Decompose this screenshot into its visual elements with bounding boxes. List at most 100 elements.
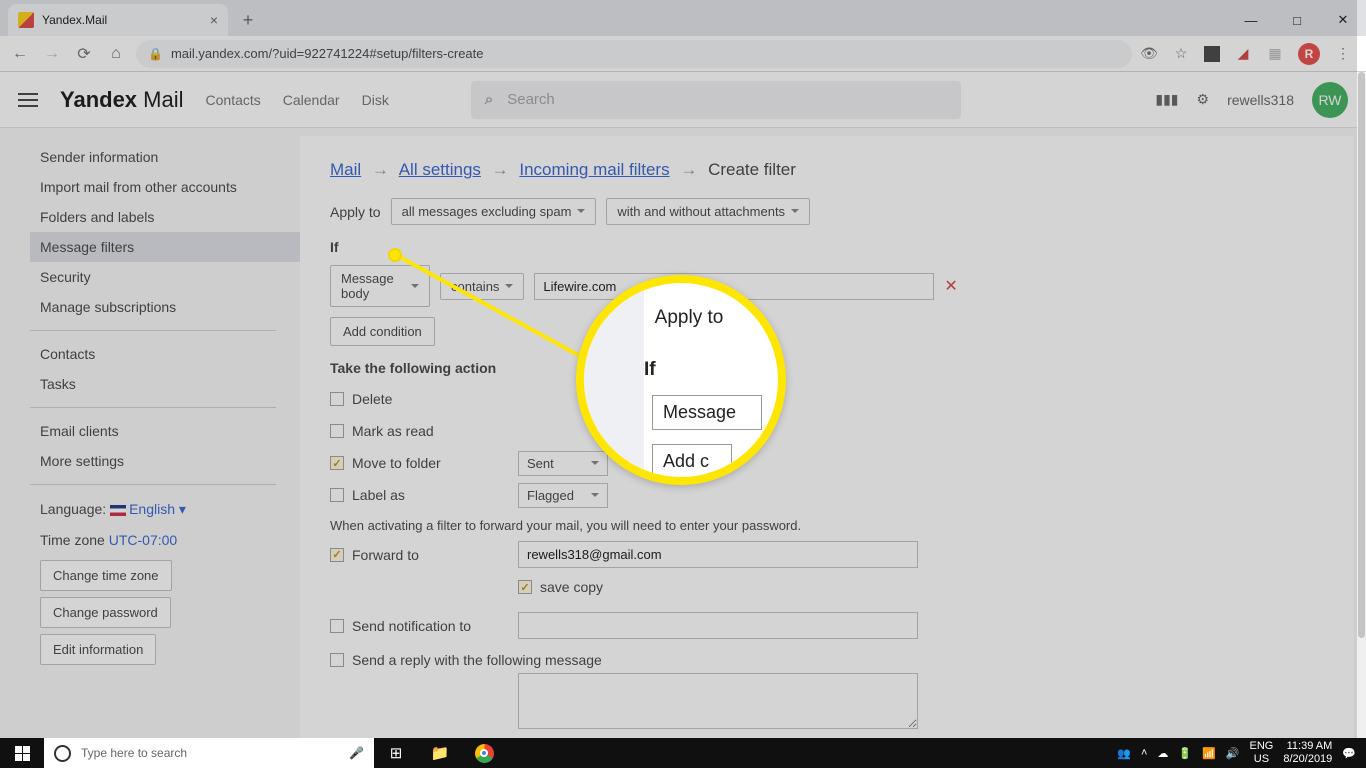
themes-icon[interactable]: ▮▮▮ <box>1155 91 1178 108</box>
reload-button[interactable]: ⟳ <box>72 42 96 66</box>
username[interactable]: rewells318 <box>1227 92 1294 108</box>
sidebar-item-import-mail[interactable]: Import mail from other accounts <box>30 172 300 202</box>
sidebar-item-security[interactable]: Security <box>30 262 300 292</box>
windows-taskbar: Type here to search 🎤 ⊞ 📁 👥 ˄ ☁ 🔋 📶 🔊 EN… <box>0 738 1366 768</box>
reply-textarea[interactable] <box>518 673 918 729</box>
system-tray: 👥 ˄ ☁ 🔋 📶 🔊 ENGUS 11:39 AM8/20/2019 💬 <box>1117 740 1366 765</box>
browser-tab[interactable]: Yandex.Mail × <box>8 4 228 36</box>
timezone-row: Time zone UTC-07:00 <box>30 526 300 554</box>
onedrive-icon[interactable]: ☁ <box>1157 747 1168 760</box>
scrollbar-thumb[interactable] <box>1358 72 1365 638</box>
wifi-icon[interactable]: 📶 <box>1202 747 1216 760</box>
timezone-link[interactable]: UTC-07:00 <box>109 532 177 548</box>
close-window-button[interactable]: ✕ <box>1320 4 1366 36</box>
action-delete[interactable]: Delete <box>330 386 518 412</box>
action-move-folder[interactable]: Move to folder <box>330 450 518 476</box>
extension-icon-1[interactable] <box>1204 46 1220 62</box>
nav-disk[interactable]: Disk <box>362 92 389 108</box>
save-copy-checkbox[interactable]: save copy <box>518 574 1324 600</box>
condition-operator-dropdown[interactable]: contains <box>440 273 524 300</box>
action-label-as[interactable]: Label as <box>330 482 518 508</box>
menu-icon[interactable] <box>18 93 38 107</box>
nav-calendar[interactable]: Calendar <box>283 92 340 108</box>
sidebar-item-email-clients[interactable]: Email clients <box>30 416 300 446</box>
sidebar-item-subscriptions[interactable]: Manage subscriptions <box>30 292 300 322</box>
forward-button[interactable]: → <box>40 42 64 66</box>
extension-icon-3[interactable]: ▦ <box>1266 45 1284 63</box>
add-condition-button[interactable]: Add condition <box>330 317 435 346</box>
edit-information-button[interactable]: Edit information <box>40 634 156 665</box>
forward-note: When activating a filter to forward your… <box>330 518 1324 533</box>
if-label: If <box>330 239 1324 255</box>
volume-icon[interactable]: 🔊 <box>1226 747 1240 760</box>
gear-icon[interactable]: ⚙ <box>1197 91 1210 108</box>
sidebar-item-contacts[interactable]: Contacts <box>30 339 300 369</box>
nav-contacts[interactable]: Contacts <box>206 92 261 108</box>
file-explorer-icon[interactable]: 📁 <box>418 738 462 768</box>
extension-icon-2[interactable]: ◢ <box>1234 45 1252 63</box>
callout-dot <box>388 248 402 262</box>
language-link[interactable]: English ▾ <box>129 501 186 517</box>
home-button[interactable]: ⌂ <box>104 42 128 66</box>
sidebar-item-folders[interactable]: Folders and labels <box>30 202 300 232</box>
notifications-icon[interactable]: 💬 <box>1342 747 1356 760</box>
star-icon[interactable]: ☆ <box>1172 45 1190 63</box>
action-forward[interactable]: Forward to <box>330 542 518 568</box>
lock-icon: 🔒 <box>148 47 163 61</box>
tab-close-icon[interactable]: × <box>210 12 218 28</box>
task-view-icon[interactable]: ⊞ <box>374 738 418 768</box>
condition-field-dropdown[interactable]: Message body <box>330 265 430 307</box>
maximize-button[interactable]: □ <box>1274 4 1320 36</box>
eye-icon[interactable]: 👁 <box>1140 45 1158 63</box>
apply-scope-dropdown[interactable]: all messages excluding spam <box>391 198 597 225</box>
clock[interactable]: 11:39 AM8/20/2019 <box>1283 740 1332 765</box>
scrollbar[interactable] <box>1357 72 1366 738</box>
label-dropdown[interactable]: Flagged <box>518 483 608 508</box>
sidebar-item-more[interactable]: More settings <box>30 446 300 476</box>
url-field[interactable]: 🔒 mail.yandex.com/?uid=922741224#setup/f… <box>136 40 1132 68</box>
actions-heading: Take the following action <box>330 360 1324 376</box>
settings-sidebar: Sender information Import mail from othe… <box>0 128 300 738</box>
back-button[interactable]: ← <box>8 42 32 66</box>
browser-titlebar: Yandex.Mail × + — □ ✕ <box>0 0 1366 36</box>
profile-icon[interactable]: R <box>1298 43 1320 65</box>
language-indicator[interactable]: ENGUS <box>1250 740 1274 765</box>
forward-email-input[interactable] <box>518 541 918 568</box>
change-timezone-button[interactable]: Change time zone <box>40 560 172 591</box>
avatar[interactable]: RW <box>1312 82 1348 118</box>
sidebar-item-sender-info[interactable]: Sender information <box>30 142 300 172</box>
crumb-filters[interactable]: Incoming mail filters <box>519 160 669 179</box>
delete-condition-icon[interactable]: ✕ <box>944 276 957 296</box>
crumb-all-settings[interactable]: All settings <box>399 160 481 179</box>
notify-input[interactable] <box>518 612 918 639</box>
window-controls: — □ ✕ <box>1228 4 1366 36</box>
mic-icon[interactable]: 🎤 <box>349 746 364 760</box>
action-reply[interactable]: Send a reply with the following message <box>330 647 1324 673</box>
search-box[interactable]: ⌕ Search <box>471 81 961 119</box>
apply-to-label: Apply to <box>330 204 381 220</box>
browser-menu-icon[interactable]: ⋮ <box>1334 45 1352 63</box>
apply-attachment-dropdown[interactable]: with and without attachments <box>606 198 810 225</box>
sidebar-item-filters[interactable]: Message filters <box>30 232 300 262</box>
magnifier: Apply to If Message Add c <box>576 275 786 485</box>
url-text: mail.yandex.com/?uid=922741224#setup/fil… <box>171 46 484 61</box>
crumb-mail[interactable]: Mail <box>330 160 361 179</box>
logo[interactable]: Yandex Mail <box>60 87 184 113</box>
browser-address-bar: ← → ⟳ ⌂ 🔒 mail.yandex.com/?uid=922741224… <box>0 36 1366 72</box>
main-content: Mail → All settings → Incoming mail filt… <box>300 136 1354 738</box>
change-password-button[interactable]: Change password <box>40 597 171 628</box>
battery-icon[interactable]: 🔋 <box>1178 747 1192 760</box>
start-button[interactable] <box>0 746 44 761</box>
action-mark-read[interactable]: Mark as read <box>330 418 518 444</box>
crumb-current: Create filter <box>708 160 796 179</box>
people-icon[interactable]: 👥 <box>1117 747 1131 760</box>
chrome-icon[interactable] <box>462 738 506 768</box>
taskbar-search[interactable]: Type here to search 🎤 <box>44 738 374 768</box>
action-notify[interactable]: Send notification to <box>330 613 518 639</box>
tray-up-icon[interactable]: ˄ <box>1141 747 1147 759</box>
tab-favicon <box>18 12 34 28</box>
new-tab-button[interactable]: + <box>234 6 262 34</box>
sidebar-item-tasks[interactable]: Tasks <box>30 369 300 399</box>
minimize-button[interactable]: — <box>1228 4 1274 36</box>
search-placeholder: Search <box>507 91 555 108</box>
